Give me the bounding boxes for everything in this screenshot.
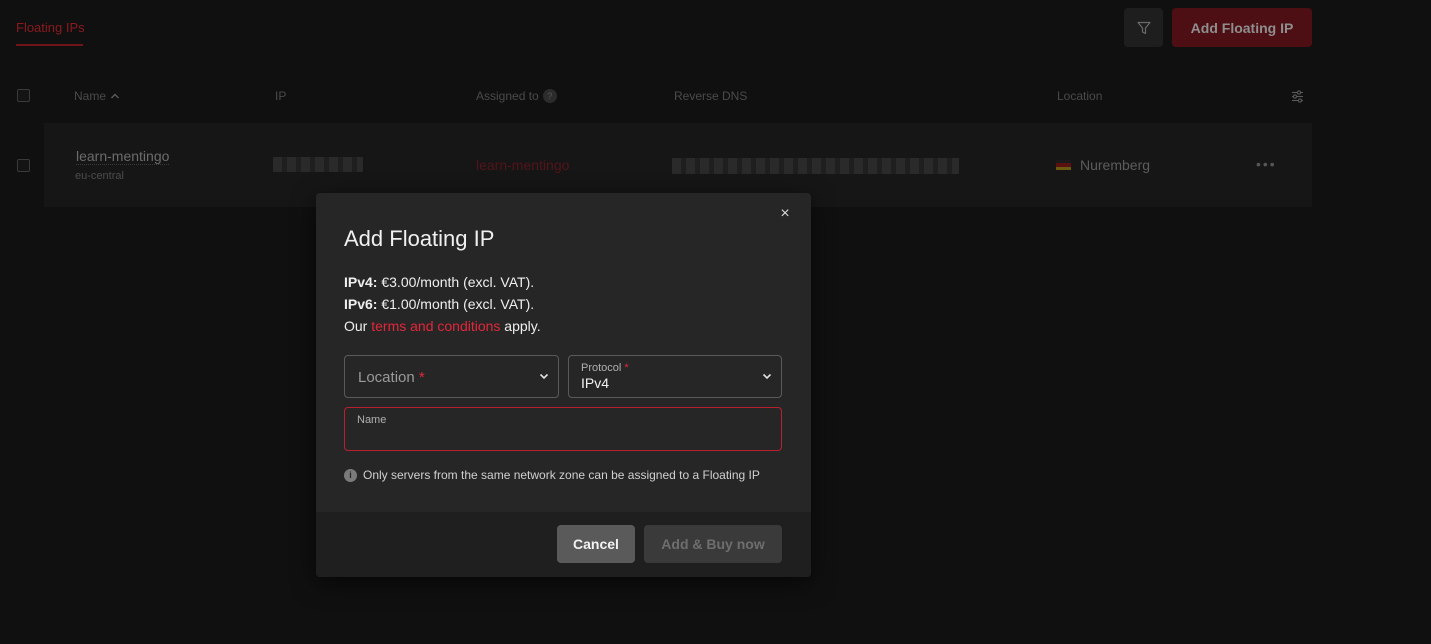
tab-active-indicator	[16, 44, 83, 46]
row-checkbox[interactable]	[17, 159, 30, 172]
row-assigned-link[interactable]: learn-mentingo	[476, 157, 569, 173]
network-zone-hint: i Only servers from the same network zon…	[344, 468, 760, 482]
protocol-select[interactable]: Protocol * IPv4	[568, 355, 782, 398]
protocol-select-value: IPv4	[581, 375, 610, 391]
reverse-dns-redacted	[672, 158, 959, 174]
terms-suffix: apply.	[500, 318, 541, 334]
price-ipv4-label: IPv4:	[344, 274, 378, 290]
column-header-name[interactable]: Name	[74, 89, 120, 103]
app-root: Floating IPs Add Floating IP Name IP Ass…	[0, 0, 1431, 644]
location-placeholder-text: Location	[358, 369, 415, 386]
help-icon[interactable]: ?	[542, 89, 557, 103]
tab-floating-ips[interactable]: Floating IPs	[16, 20, 85, 35]
terms-prefix: Our	[344, 318, 372, 334]
column-header-name-label: Name	[74, 89, 107, 103]
add-floating-ip-dialog: × Add Floating IP IPv4: €3.00/month (exc…	[316, 193, 811, 577]
column-header-location[interactable]: Location	[1057, 89, 1102, 103]
terms-link[interactable]: terms and conditions	[371, 318, 500, 334]
price-ipv6-value: €1.00/month (excl. VAT).	[377, 296, 535, 312]
filter-button[interactable]	[1124, 8, 1163, 47]
protocol-label-text: Protocol	[581, 362, 622, 374]
required-mark: *	[418, 369, 425, 386]
info-icon: i	[344, 468, 357, 482]
price-ipv4: IPv4: €3.00/month (excl. VAT).	[344, 274, 534, 290]
chevron-down-icon	[539, 373, 549, 380]
terms-line: Our terms and conditions apply.	[344, 318, 541, 334]
protocol-select-label: Protocol *	[581, 362, 629, 374]
ip-redacted	[273, 157, 363, 172]
hint-text: Only servers from the same network zone …	[363, 468, 760, 482]
row-zone: eu-central	[75, 170, 124, 182]
price-ipv4-value: €3.00/month (excl. VAT).	[377, 274, 535, 290]
sort-ascending-icon	[111, 93, 120, 99]
required-mark: *	[624, 362, 629, 374]
dialog-title: Add Floating IP	[344, 226, 495, 251]
column-header-ip[interactable]: IP	[275, 89, 286, 103]
germany-flag-icon	[1056, 160, 1071, 170]
location-select-placeholder: Location *	[358, 369, 425, 386]
close-icon[interactable]: ×	[778, 206, 792, 222]
chevron-down-icon	[762, 373, 772, 380]
name-input-label: Name	[357, 414, 387, 426]
location-select[interactable]: Location *	[344, 355, 559, 398]
column-header-assigned[interactable]: Assigned to ?	[476, 89, 557, 103]
price-ipv6-label: IPv6:	[344, 296, 378, 312]
column-settings-icon[interactable]	[1291, 90, 1304, 103]
name-input[interactable]: Name	[344, 407, 782, 451]
column-header-reverse-dns[interactable]: Reverse DNS	[674, 89, 747, 103]
price-ipv6: IPv6: €1.00/month (excl. VAT).	[344, 296, 534, 312]
dialog-footer: Cancel Add & Buy now	[316, 512, 811, 577]
row-location: Nuremberg	[1080, 157, 1151, 173]
cancel-button[interactable]: Cancel	[557, 525, 635, 563]
add-floating-ip-button[interactable]: Add Floating IP	[1172, 8, 1312, 47]
add-buy-now-button[interactable]: Add & Buy now	[644, 525, 782, 563]
column-header-assigned-label: Assigned to	[476, 89, 539, 103]
filter-icon	[1136, 21, 1151, 34]
row-name[interactable]: learn-mentingo	[76, 148, 170, 165]
select-all-checkbox[interactable]	[17, 89, 30, 102]
row-actions-menu-icon[interactable]: •••	[1256, 156, 1277, 172]
